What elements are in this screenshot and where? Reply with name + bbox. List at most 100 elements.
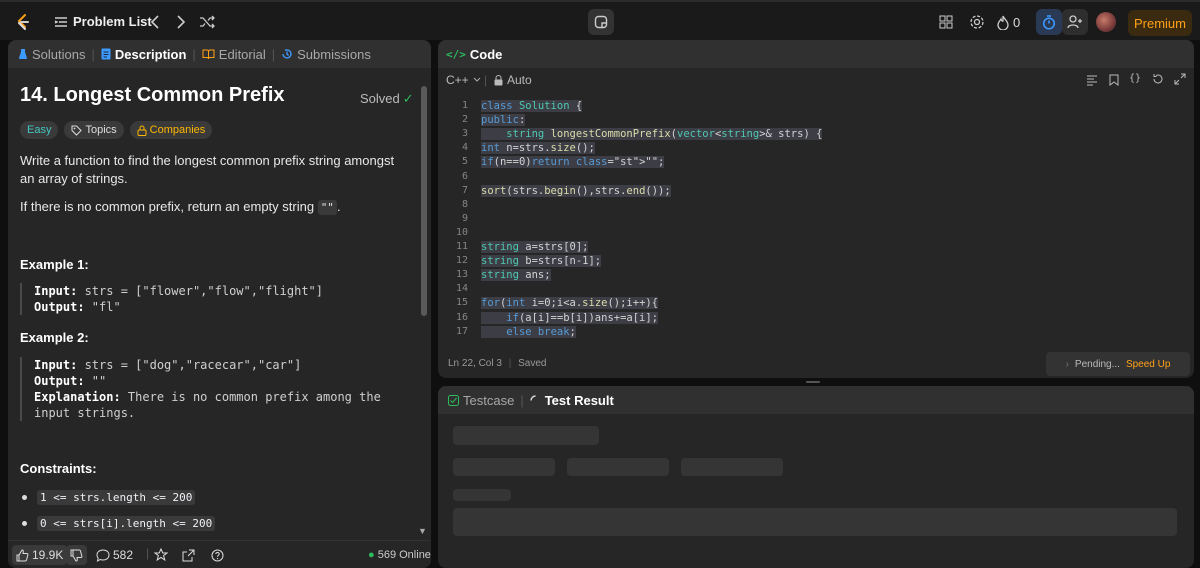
tab-code-label: Code xyxy=(469,46,503,62)
language-select[interactable]: C++ xyxy=(446,73,481,87)
tab-test-result[interactable]: Test Result xyxy=(530,393,614,408)
comment-icon xyxy=(96,548,110,562)
chevron-down-icon xyxy=(473,77,481,82)
book-icon xyxy=(202,49,215,59)
tab-divider: | xyxy=(271,46,276,62)
solved-status: Solved ✓ xyxy=(360,91,414,107)
timer-icon[interactable] xyxy=(1036,9,1062,35)
tab-testcase-label: Testcase xyxy=(463,392,515,408)
companies-chip[interactable]: Companies xyxy=(129,121,213,139)
spinner-icon: › xyxy=(1065,358,1069,370)
tab-divider: | xyxy=(192,46,196,62)
output-value: "fl" xyxy=(84,300,121,314)
output-value: "" xyxy=(84,374,107,388)
braces-icon[interactable]: {} xyxy=(1129,73,1141,84)
saved-status: Saved xyxy=(518,358,547,369)
description-scrollbar[interactable] xyxy=(421,86,427,316)
editor-status: Ln 22, Col 3 | Saved xyxy=(448,358,546,369)
constraint-item: 1 <= strs.length <= 200 xyxy=(22,490,196,505)
lock-icon xyxy=(137,125,147,136)
like-button[interactable]: 19.9K xyxy=(12,545,68,565)
comment-count: 582 xyxy=(113,548,134,562)
streak-counter[interactable]: 0 xyxy=(997,11,1027,33)
comments-button[interactable]: 582 xyxy=(96,545,133,565)
tab-testcase[interactable]: Testcase xyxy=(448,393,514,408)
loading-placeholder xyxy=(453,426,599,445)
scroll-down-arrow-icon[interactable]: ▼ xyxy=(418,526,427,536)
line-number: 10 xyxy=(455,226,468,238)
premium-button[interactable]: Premium xyxy=(1128,10,1192,36)
settings-gear-icon[interactable] xyxy=(966,11,988,33)
topics-chip[interactable]: Topics xyxy=(64,121,124,139)
tab-submissions-label: Submissions xyxy=(297,46,371,62)
line-number: 8 xyxy=(461,198,468,210)
add-friend-icon[interactable] xyxy=(1062,9,1088,35)
share-button[interactable] xyxy=(182,545,195,565)
line-number: 15 xyxy=(455,297,468,309)
line-number: 2 xyxy=(461,114,468,126)
constraint-text: 0 <= strs[i].length <= 200 xyxy=(37,516,216,531)
problem-header: 14. Longest Common Prefix xyxy=(20,84,418,107)
dislike-button[interactable] xyxy=(66,545,87,565)
line-number: 6 xyxy=(461,170,468,182)
output-label: Output: xyxy=(34,300,85,314)
test-panel: Testcase | Test Result xyxy=(438,386,1194,568)
tab-solutions[interactable]: Solutions xyxy=(18,47,85,62)
problem-tags: Easy Topics Companies xyxy=(20,121,213,139)
example-1-block: Input: strs = ["flower","flow","flight"]… xyxy=(20,283,412,315)
tab-submissions[interactable]: Submissions xyxy=(281,47,371,62)
notes-icon[interactable] xyxy=(588,9,614,35)
reset-icon[interactable] xyxy=(1152,73,1164,88)
auto-mode-label: Auto xyxy=(507,73,532,87)
favorite-button[interactable] xyxy=(154,545,168,565)
line-number: 13 xyxy=(455,269,468,281)
example-1-title: Example 1: xyxy=(20,257,89,272)
speed-up-link[interactable]: Speed Up xyxy=(1126,359,1170,370)
list-icon[interactable] xyxy=(50,11,72,33)
constraint-item: 0 <= strs[i].length <= 200 xyxy=(22,516,216,531)
checkbox-icon xyxy=(448,394,459,406)
constraints-title: Constraints: xyxy=(20,461,97,476)
code-editor[interactable]: 1 class Solution {2 public: 3 string longes… xyxy=(438,96,1194,342)
online-count: ● 569 Online xyxy=(368,549,431,561)
example-2-output: Output: "" xyxy=(34,373,412,389)
chevron-right-icon[interactable] xyxy=(170,11,192,33)
tab-test-result-label: Test Result xyxy=(544,392,614,408)
problem-list-link[interactable]: Problem List xyxy=(73,14,152,29)
problem-title[interactable]: 14. Longest Common Prefix xyxy=(20,84,418,107)
input-label: Input: xyxy=(34,358,78,372)
problem-description-note: If there is no common prefix, return an … xyxy=(20,198,410,217)
question-circle-icon xyxy=(211,549,224,561)
tab-description[interactable]: Description xyxy=(101,46,187,62)
explanation-label: Explanation: xyxy=(34,390,121,404)
thumbs-up-icon xyxy=(16,548,29,561)
note-text: If there is no common prefix, return an … xyxy=(20,199,318,214)
loading-placeholder xyxy=(453,508,1177,536)
description-footer: 19.9K 582 | ● 569 Online xyxy=(8,540,431,568)
shuffle-icon[interactable] xyxy=(196,11,218,33)
tab-editorial[interactable]: Editorial xyxy=(202,47,266,62)
tab-solutions-label: Solutions xyxy=(32,46,86,62)
loading-spinner-icon xyxy=(530,394,536,401)
tab-description-label: Description xyxy=(114,46,187,62)
constraint-text: 1 <= strs.length <= 200 xyxy=(37,490,196,505)
tab-code[interactable]: </> Code xyxy=(446,47,502,62)
pending-label: Pending... xyxy=(1074,358,1120,370)
star-icon xyxy=(154,548,168,562)
code-panel: </> Code C++ | Auto {} 1 class Solution {… xyxy=(438,40,1194,378)
help-button[interactable] xyxy=(211,545,224,565)
layout-grid-icon[interactable] xyxy=(935,11,957,33)
expand-icon[interactable] xyxy=(1174,73,1186,88)
bookmark-icon[interactable] xyxy=(1109,74,1119,89)
panel-resize-handle[interactable] xyxy=(806,381,820,383)
line-number: 11 xyxy=(455,241,468,252)
bullet-dot xyxy=(22,495,27,500)
code-line: sort(strs.begin(),strs.end()); xyxy=(481,184,671,197)
avatar[interactable] xyxy=(1096,12,1116,32)
chevron-left-icon[interactable] xyxy=(144,11,166,33)
auto-mode[interactable]: Auto xyxy=(494,73,532,87)
leetcode-logo-icon[interactable] xyxy=(12,11,34,33)
format-icon[interactable] xyxy=(1086,74,1098,89)
example-2-title: Example 2: xyxy=(20,330,89,345)
tab-divider: | xyxy=(520,392,524,408)
